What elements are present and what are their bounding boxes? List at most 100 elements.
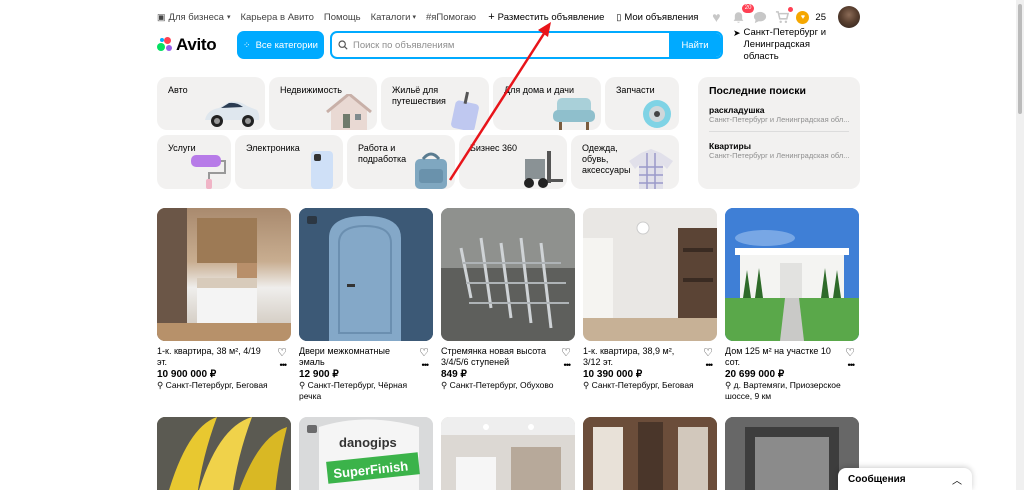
location-pin-icon: ⚲ — [725, 380, 732, 390]
more-options-icon[interactable]: ••• — [280, 360, 288, 370]
location-arrow-icon: ➤ — [733, 28, 741, 38]
logo-dots-icon — [157, 37, 173, 53]
business-link[interactable]: ▣ Для бизнеса ▾ — [157, 12, 230, 23]
listing-photo[interactable] — [583, 417, 717, 490]
listing-card[interactable]: Двери межкомнатные эмаль ♡ ••• 12 900 ₽ … — [299, 208, 433, 401]
recent-search-query: Квартиры — [709, 141, 751, 151]
favorite-heart-icon[interactable]: ♡ — [561, 346, 571, 359]
category-label: Жильё для путешествия — [392, 85, 446, 106]
header: Avito ⁘ Все категории Поиск по объявлени… — [157, 27, 860, 63]
forklift-icon — [524, 151, 563, 188]
plus-icon: + — [488, 11, 495, 23]
category-jobs[interactable]: Работа и подработка — [347, 135, 455, 189]
listing-card[interactable]: Дом 125 м² на участке 10 сот. ♡ ••• 20 6… — [725, 208, 859, 401]
category-auto[interactable]: Авто — [157, 77, 265, 130]
more-options-icon[interactable]: ••• — [422, 360, 430, 370]
search-input[interactable]: Поиск по объявлениям — [332, 33, 669, 57]
listing-title[interactable]: 1-к. квартира, 38,9 м², 3/12 эт. — [583, 346, 693, 368]
listing-photo[interactable] — [583, 208, 717, 341]
listing-photo[interactable] — [157, 417, 291, 490]
listing-address: ⚲ д. Вартемяги, Приозерское шоссе, 9 км — [725, 380, 855, 402]
listing-photo[interactable] — [157, 208, 291, 341]
svg-text:danogips: danogips — [339, 435, 397, 450]
listing-price: 849 ₽ — [441, 369, 467, 380]
listing-card[interactable]: 1-к. квартира, 38,9 м², 3/12 эт. ♡ ••• 1… — [583, 208, 717, 390]
category-clothing[interactable]: Одежда, обувь, аксессуары — [571, 135, 679, 189]
listing-title[interactable]: 1-к. квартира, 38 м², 4/19 эт. — [157, 346, 267, 368]
recent-search-region: Санкт-Петербург и Ленинградская обл... — [709, 115, 849, 124]
category-travel-housing[interactable]: Жильё для путешествия — [381, 77, 489, 130]
listing-photo[interactable] — [299, 208, 433, 341]
category-realty[interactable]: Недвижимость — [269, 77, 377, 130]
listing-photo[interactable] — [441, 208, 575, 341]
category-parts[interactable]: Запчасти — [605, 77, 679, 130]
suitcase-icon — [451, 91, 479, 130]
location-pin-icon: ⚲ — [583, 380, 590, 390]
location-selector[interactable]: ➤ Санкт-Петербург и Ленинградская област… — [733, 27, 844, 63]
career-link[interactable]: Карьера в Авито — [240, 12, 313, 23]
top-bar: ▣ Для бизнеса ▾ Карьера в Авито Помощь К… — [157, 4, 860, 28]
listing-photo[interactable]: danogips SuperFinish — [299, 417, 433, 490]
backpack-icon — [415, 152, 447, 189]
favorite-heart-icon[interactable]: ♡ — [277, 346, 287, 359]
chevron-up-icon[interactable]: ︿ — [952, 472, 962, 487]
listing-card[interactable]: Стремянка новая высота 3/4/5/6 ступеней … — [441, 208, 575, 390]
all-categories-label: Все категории — [255, 39, 318, 51]
my-ads-link[interactable]: ▯ Мои объявления — [616, 12, 698, 23]
more-options-icon[interactable]: ••• — [848, 360, 856, 370]
heart-icon[interactable]: ♥ — [708, 9, 724, 25]
more-options-icon[interactable]: ••• — [564, 360, 572, 370]
category-tiles: Авто Недвижимость Жильё для путешествия … — [157, 77, 679, 189]
recent-search-item[interactable]: Квартиры Санкт-Петербург и Ленинградская… — [709, 141, 849, 167]
listing-photo[interactable] — [441, 417, 575, 490]
messages-label: Сообщения — [848, 473, 906, 485]
category-home-garden[interactable]: Для дома и дачи — [493, 77, 601, 130]
listing-title[interactable]: Дом 125 м² на участке 10 сот. — [725, 346, 835, 368]
listing-title[interactable]: Двери межкомнатные эмаль — [299, 346, 409, 368]
more-options-icon[interactable]: ••• — [706, 360, 714, 370]
paint-roller-icon — [191, 155, 226, 189]
bell-icon[interactable]: 20 — [730, 4, 755, 25]
help-tag-link[interactable]: #яПомогаю — [426, 12, 476, 23]
listing-card[interactable]: 1-к. квартира, 38 м², 4/19 эт. ♡ ••• 10 … — [157, 208, 291, 390]
search-button[interactable]: Найти — [669, 33, 721, 57]
category-label: Запчасти — [616, 85, 655, 95]
category-services[interactable]: Услуги — [157, 135, 231, 189]
turbo-icon — [643, 100, 671, 128]
messages-panel[interactable]: Сообщения ︿ — [838, 468, 972, 490]
chevron-down-icon: ▾ — [226, 14, 231, 21]
scrollbar-thumb[interactable] — [1018, 4, 1022, 114]
cart-icon[interactable] — [774, 7, 794, 25]
post-ad-button[interactable]: + Разместить объявление — [488, 11, 604, 23]
briefcase-icon: ▣ — [157, 11, 166, 22]
all-categories-button[interactable]: ⁘ Все категории — [237, 31, 324, 59]
category-label: Для дома и дачи — [504, 85, 574, 95]
category-business[interactable]: Бизнес 360 — [459, 135, 567, 189]
my-ads-label: Мои объявления — [624, 11, 699, 23]
listing-photo[interactable] — [725, 208, 859, 341]
chevron-down-icon: ▾ — [412, 14, 416, 21]
listing-price: 10 390 000 ₽ — [583, 369, 643, 380]
logo-text: Avito — [176, 35, 217, 54]
category-electronics[interactable]: Электроника — [235, 135, 343, 189]
post-ad-label: Разместить объявление — [497, 11, 605, 23]
search-icon — [338, 40, 348, 50]
favorite-heart-icon[interactable]: ♡ — [845, 346, 855, 359]
catalogs-label: Каталоги — [370, 11, 411, 23]
listing-address-text: Санкт-Петербург, Беговая — [165, 380, 268, 390]
favorite-heart-icon[interactable]: ♡ — [703, 346, 713, 359]
help-link[interactable]: Помощь — [324, 12, 361, 23]
listing-title[interactable]: Стремянка новая высота 3/4/5/6 ступеней — [441, 346, 551, 368]
listing-price: 10 900 000 ₽ — [157, 369, 217, 380]
catalogs-link[interactable]: Каталоги ▾ — [371, 12, 416, 23]
grid-dots-icon: ⁘ — [243, 39, 251, 50]
chat-icon[interactable] — [752, 9, 768, 25]
avito-logo[interactable]: Avito — [157, 35, 237, 55]
category-label: Электроника — [246, 143, 300, 153]
location-pin-icon: ⚲ — [157, 380, 164, 390]
avatar[interactable] — [838, 6, 860, 28]
bonus-coin-icon[interactable]: ♥ — [796, 10, 810, 24]
page-scrollbar[interactable] — [1016, 0, 1024, 490]
recent-search-item[interactable]: раскладушка Санкт-Петербург и Ленинградс… — [709, 105, 849, 132]
favorite-heart-icon[interactable]: ♡ — [419, 346, 429, 359]
